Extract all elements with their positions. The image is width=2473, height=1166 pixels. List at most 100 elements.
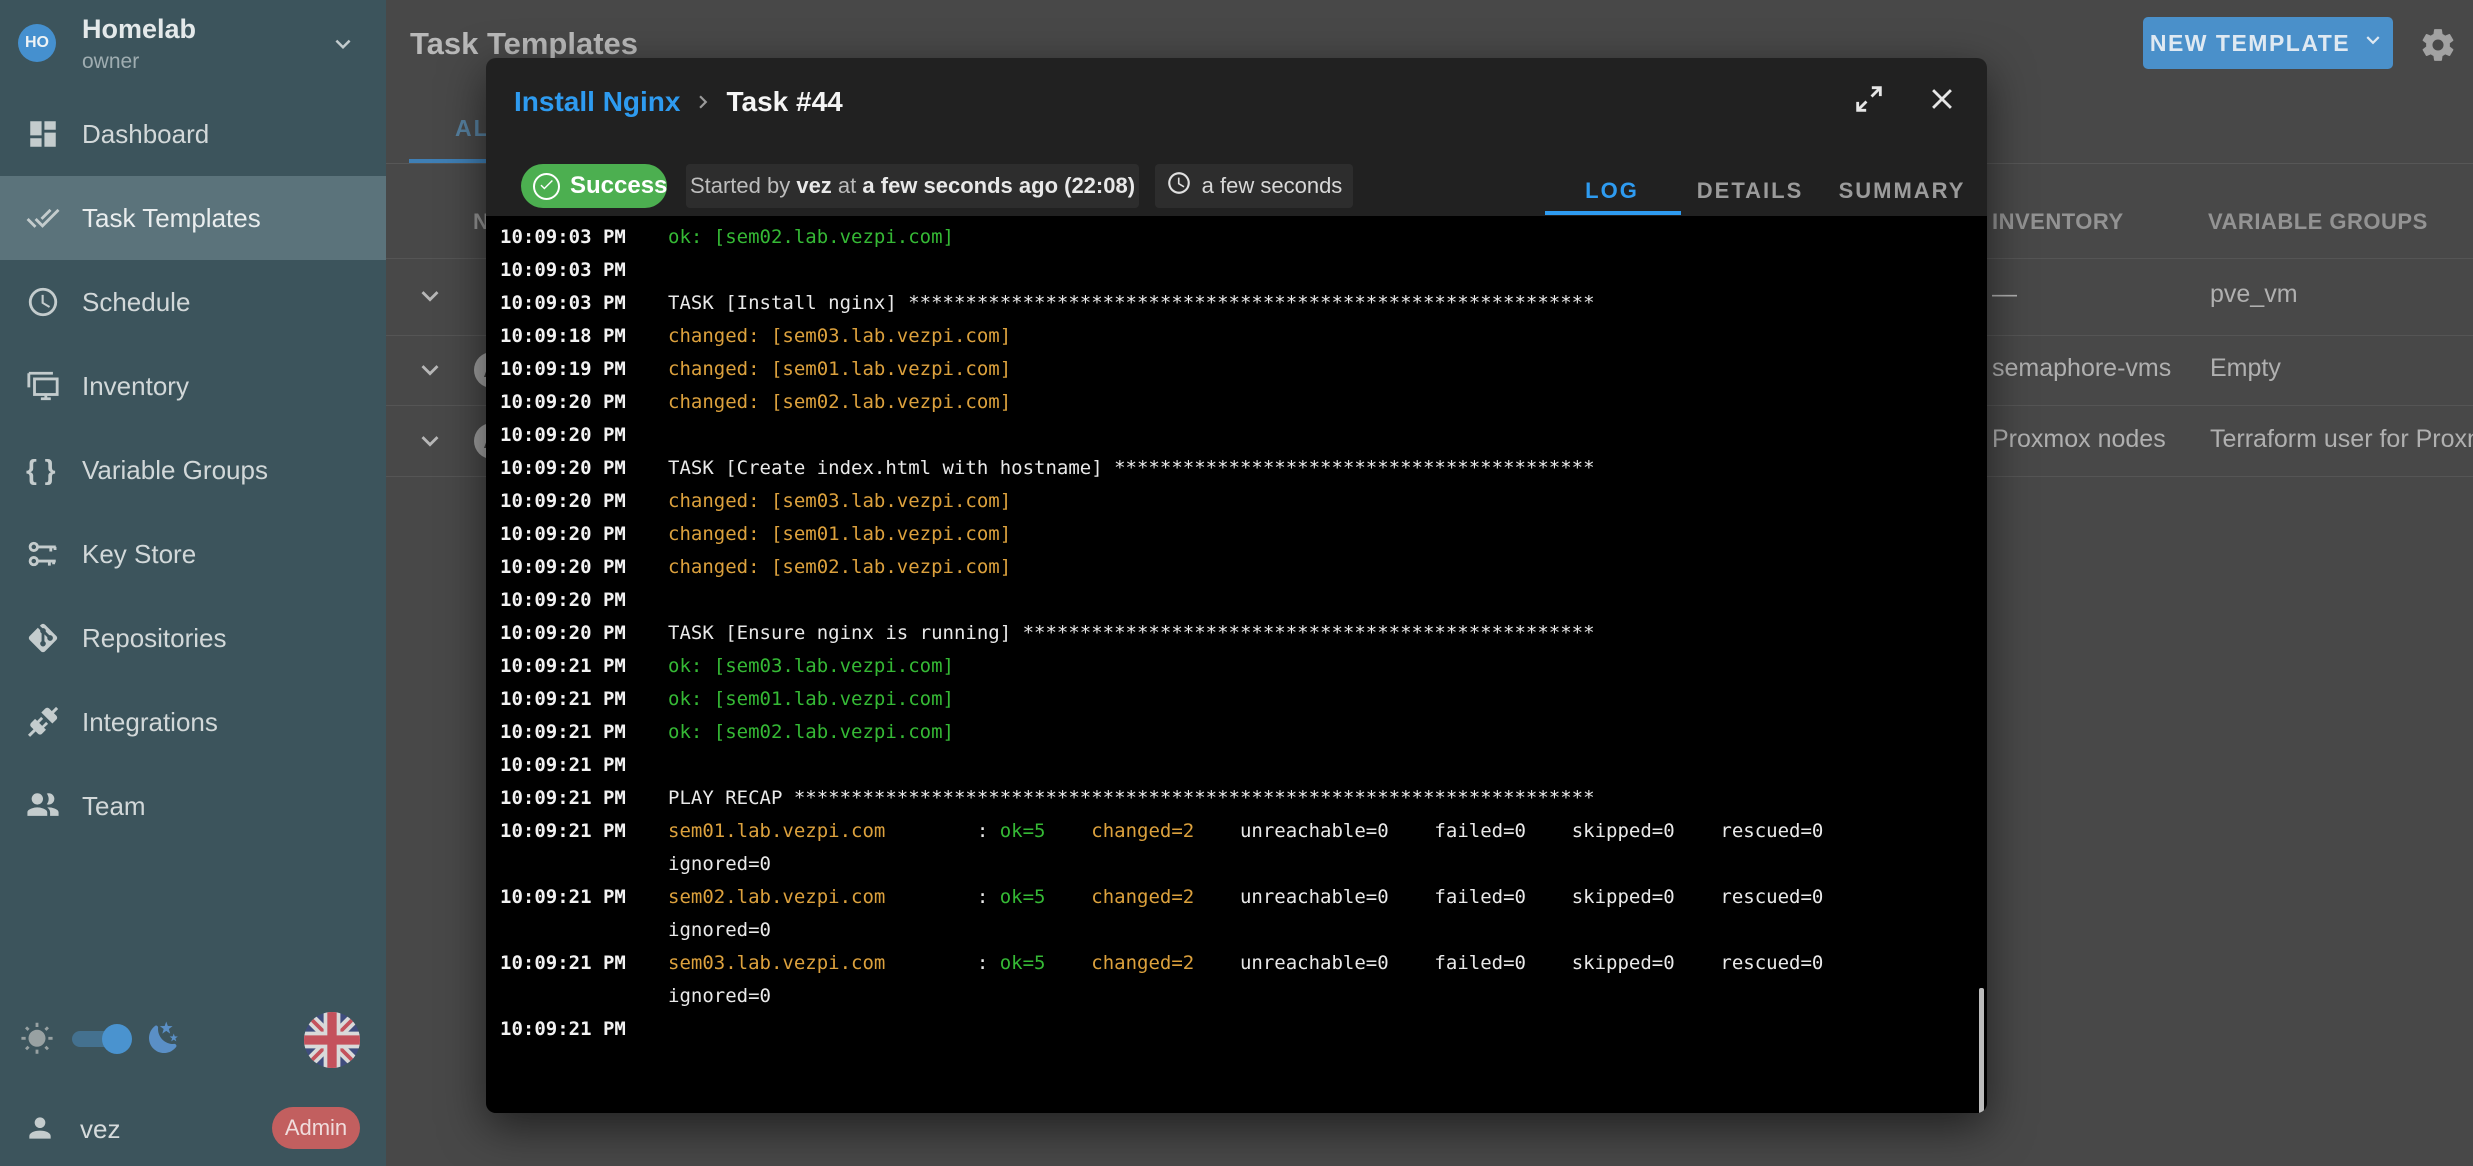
expand-dialog-icon[interactable] (1852, 82, 1886, 116)
log-text: TASK [Install nginx] *******************… (668, 287, 1595, 320)
task-dialog: Install Nginx Task #44 Success Started b… (486, 58, 1987, 1113)
log-timestamp: 10:09:20 PM (486, 419, 668, 452)
log-line: 10:09:20 PMchanged: [sem02.lab.vezpi.com… (486, 386, 1987, 419)
sidebar-item-variable-groups[interactable]: { }Variable Groups (0, 428, 386, 512)
log-line: 10:09:21 PMok: [sem01.lab.vezpi.com] (486, 683, 1987, 716)
key-store-icon (26, 537, 60, 571)
tab-summary[interactable]: SUMMARY (1839, 178, 1966, 204)
chevron-down-icon[interactable] (328, 29, 358, 59)
log-line: ignored=0 (486, 848, 1987, 881)
project-name: Homelab (82, 14, 196, 45)
sidebar-item-label: Team (82, 791, 146, 822)
clock-icon (1166, 170, 1192, 202)
log-line: 10:09:19 PMchanged: [sem01.lab.vezpi.com… (486, 353, 1987, 386)
log-line: 10:09:20 PMchanged: [sem03.lab.vezpi.com… (486, 485, 1987, 518)
log-timestamp (486, 848, 668, 881)
row-expand-chevron-icon[interactable] (413, 279, 447, 313)
chevron-down-icon (2360, 27, 2386, 59)
log-scrollbar[interactable] (1979, 988, 1984, 1113)
chevron-right-icon (690, 89, 716, 115)
sidebar-item-schedule[interactable]: Schedule (0, 260, 386, 344)
tab-details[interactable]: DETAILS (1697, 178, 1803, 204)
log-text: changed: [sem03.lab.vezpi.com] (668, 485, 1011, 518)
sidebar-item-integrations[interactable]: Integrations (0, 680, 386, 764)
log-timestamp: 10:09:20 PM (486, 617, 668, 650)
close-dialog-icon[interactable] (1925, 82, 1959, 116)
sidebar-item-dashboard[interactable]: Dashboard (0, 92, 386, 176)
log-text: TASK [Ensure nginx is running] *********… (668, 617, 1595, 650)
cell-variable-groups: Empty (2210, 354, 2281, 383)
log-text: ok: [sem01.lab.vezpi.com] (668, 683, 954, 716)
tab-log[interactable]: LOG (1585, 178, 1639, 204)
row-expand-chevron-icon[interactable] (413, 353, 447, 387)
log-timestamp: 10:09:20 PM (486, 551, 668, 584)
toggle-knob[interactable] (102, 1024, 132, 1054)
started-by-chip: Started by vez at a few seconds ago (22:… (686, 164, 1139, 208)
account-icon (24, 1112, 56, 1144)
log-text: ignored=0 (668, 980, 771, 1013)
page-title: Task Templates (410, 26, 638, 62)
sidebar-item-label: Task Templates (82, 203, 261, 234)
status-badge: Success (521, 164, 667, 208)
log-timestamp: 10:09:21 PM (486, 815, 668, 848)
sidebar-item-label: Schedule (82, 287, 190, 318)
log-timestamp: 10:09:19 PM (486, 353, 668, 386)
column-header-variable-groups: VARIABLE GROUPS (2208, 209, 2428, 235)
theme-toggle[interactable] (72, 1027, 130, 1051)
sidebar-item-label: Inventory (82, 371, 189, 402)
log-timestamp: 10:09:20 PM (486, 386, 668, 419)
column-header-inventory: INVENTORY (1992, 209, 2124, 235)
log-timestamp: 10:09:03 PM (486, 254, 668, 287)
log-timestamp: 10:09:21 PM (486, 683, 668, 716)
log-text: sem01.lab.vezpi.com : ok=5 changed=2 unr… (668, 815, 1823, 848)
template-link[interactable]: Install Nginx (514, 86, 680, 118)
log-line: 10:09:03 PMok: [sem02.lab.vezpi.com] (486, 221, 1987, 254)
log-line: 10:09:21 PM (486, 1013, 1987, 1046)
log-text: ignored=0 (668, 848, 771, 881)
cell-variable-groups: Terraform user for Proxm (2210, 425, 2473, 454)
project-role: owner (82, 50, 139, 74)
log-text: sem03.lab.vezpi.com : ok=5 changed=2 unr… (668, 947, 1823, 980)
log-timestamp: 10:09:03 PM (486, 221, 668, 254)
sidebar-item-repositories[interactable]: Repositories (0, 596, 386, 680)
log-text: ok: [sem02.lab.vezpi.com] (668, 716, 954, 749)
task-dialog-breadcrumb: Install Nginx Task #44 (514, 80, 843, 124)
task-number-title: Task #44 (726, 86, 842, 118)
sidebar-item-label: Repositories (82, 623, 227, 654)
light-mode-sun-icon (20, 1022, 54, 1056)
log-text: changed: [sem03.lab.vezpi.com] (668, 320, 1011, 353)
log-text: changed: [sem02.lab.vezpi.com] (668, 386, 1011, 419)
new-template-button[interactable]: NEW TEMPLATE (2143, 17, 2393, 69)
log-line: 10:09:21 PM (486, 749, 1987, 782)
log-timestamp (486, 980, 668, 1013)
log-line: 10:09:20 PM (486, 419, 1987, 452)
log-text: changed: [sem01.lab.vezpi.com] (668, 353, 1011, 386)
log-text: changed: [sem01.lab.vezpi.com] (668, 518, 1011, 551)
log-timestamp: 10:09:20 PM (486, 452, 668, 485)
project-switcher[interactable]: HO Homelab owner (0, 0, 386, 92)
user-menu[interactable]: vez Admin (0, 1096, 386, 1166)
settings-gear-icon[interactable] (2419, 26, 2457, 64)
log-line: 10:09:21 PMok: [sem02.lab.vezpi.com] (486, 716, 1987, 749)
sidebar-item-key-store[interactable]: Key Store (0, 512, 386, 596)
log-timestamp: 10:09:21 PM (486, 716, 668, 749)
log-timestamp: 10:09:21 PM (486, 782, 668, 815)
log-text: ok: [sem02.lab.vezpi.com] (668, 221, 954, 254)
sidebar-item-team[interactable]: Team (0, 764, 386, 848)
inventory-icon (26, 369, 60, 403)
row-expand-chevron-icon[interactable] (413, 424, 447, 458)
log-text: TASK [Create index.html with hostname] *… (668, 452, 1595, 485)
language-flag-uk[interactable] (304, 1012, 360, 1068)
sidebar-item-inventory[interactable]: Inventory (0, 344, 386, 428)
log-timestamp: 10:09:20 PM (486, 485, 668, 518)
sidebar-item-task-templates[interactable]: Task Templates (0, 176, 386, 260)
log-line: 10:09:03 PMTASK [Install nginx] ********… (486, 287, 1987, 320)
sidebar-item-label: Integrations (82, 707, 218, 738)
duration-label: a few seconds (1202, 173, 1343, 199)
team-icon (26, 789, 60, 823)
task-log-panel: 10:09:03 PMok: [sem02.lab.vezpi.com]10:0… (486, 216, 1987, 1113)
log-timestamp: 10:09:18 PM (486, 320, 668, 353)
log-text: changed: [sem02.lab.vezpi.com] (668, 551, 1011, 584)
cell-inventory: semaphore-vms (1992, 354, 2171, 383)
log-text: ok: [sem03.lab.vezpi.com] (668, 650, 954, 683)
